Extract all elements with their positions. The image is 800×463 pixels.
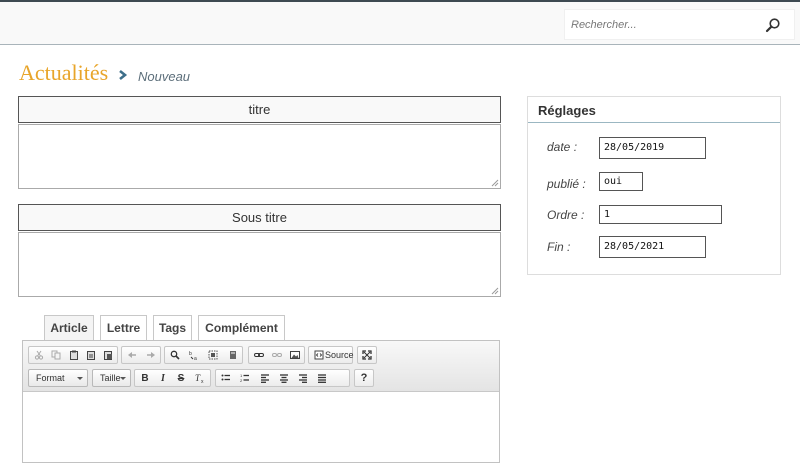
link-icon[interactable] <box>250 347 268 363</box>
italic-icon[interactable]: I <box>154 370 172 386</box>
svg-text:a: a <box>194 356 197 360</box>
svg-text:2: 2 <box>240 378 243 383</box>
tab-lettre[interactable]: Lettre <box>100 315 147 340</box>
tab-article[interactable]: Article <box>44 315 94 340</box>
date-label: date : <box>547 140 578 154</box>
replace-icon[interactable]: ba <box>185 347 203 363</box>
paragraph-group: 12 <box>215 369 350 387</box>
rich-text-editor: ba Source Format Taille B I S T x 1 2 ? <box>22 340 500 463</box>
insert-group <box>248 346 305 364</box>
spellcheck-icon[interactable] <box>224 347 242 363</box>
subtitle-textarea[interactable] <box>18 232 501 297</box>
maximize-group <box>357 346 377 364</box>
select-all-icon[interactable] <box>204 347 222 363</box>
format-select[interactable]: Format <box>28 369 88 387</box>
unlink-icon[interactable] <box>268 347 286 363</box>
svg-text:x: x <box>201 379 204 383</box>
tab-complement[interactable]: Complément <box>198 315 285 340</box>
end-label: Fin : <box>547 240 571 254</box>
help-button[interactable]: ? <box>355 370 373 386</box>
bulleted-list-icon[interactable] <box>217 370 235 386</box>
editor-toolbar: ba Source Format Taille B I S T x 1 2 ? <box>23 341 499 392</box>
date-input[interactable]: 28/05/2019 <box>599 137 706 159</box>
image-icon[interactable] <box>286 347 304 363</box>
remove-format-icon[interactable]: Tx <box>191 370 209 386</box>
title-textarea[interactable] <box>18 124 501 189</box>
resize-grip-icon[interactable] <box>491 287 499 295</box>
settings-panel: Réglages date : 28/05/2019 publié : oui … <box>527 96 781 275</box>
bold-icon[interactable]: B <box>136 370 154 386</box>
order-input[interactable]: 1 <box>599 205 722 224</box>
size-select-label: Taille <box>100 373 121 383</box>
order-label: Ordre : <box>547 208 585 222</box>
size-select[interactable]: Taille <box>92 369 131 387</box>
help-group: ? <box>354 369 374 387</box>
numbered-list-icon[interactable]: 12 <box>236 370 254 386</box>
format-select-label: Format <box>36 373 65 383</box>
resize-grip-icon[interactable] <box>491 179 499 187</box>
end-input[interactable]: 28/05/2021 <box>599 236 706 258</box>
tab-tags[interactable]: Tags <box>153 315 192 340</box>
find-icon[interactable] <box>166 347 184 363</box>
search-input[interactable] <box>571 17 761 33</box>
breadcrumb-section[interactable]: Actualités <box>19 60 108 86</box>
justify-icon[interactable] <box>313 370 331 386</box>
svg-text:b: b <box>189 351 192 357</box>
align-right-icon[interactable] <box>294 370 312 386</box>
editor-content-area[interactable] <box>23 393 499 462</box>
top-bar <box>0 0 800 45</box>
align-center-icon[interactable] <box>275 370 293 386</box>
published-label: publié : <box>547 177 586 191</box>
search-icon[interactable] <box>765 17 781 33</box>
cut-icon[interactable] <box>30 347 48 363</box>
basic-styles-group: B I S Tx <box>134 369 211 387</box>
source-button-label[interactable]: Source <box>325 347 354 363</box>
settings-title: Réglages <box>528 97 780 123</box>
chevron-down-icon <box>120 377 126 380</box>
paste-text-icon[interactable] <box>82 347 100 363</box>
editing-group: ba <box>164 346 243 364</box>
title-label: titre <box>18 96 501 123</box>
chevron-down-icon <box>77 377 83 380</box>
search-box <box>564 9 795 40</box>
published-input[interactable]: oui <box>599 172 643 191</box>
breadcrumb-current: Nouveau <box>138 69 191 84</box>
subtitle-label: Sous titre <box>18 204 501 231</box>
paste-word-icon[interactable] <box>99 347 117 363</box>
maximize-icon[interactable] <box>358 347 376 363</box>
source-group: Source <box>308 346 354 364</box>
strike-icon[interactable]: S <box>172 370 190 386</box>
paste-icon[interactable] <box>65 347 83 363</box>
undo-icon[interactable] <box>123 347 141 363</box>
copy-icon[interactable] <box>47 347 65 363</box>
chevron-right-icon <box>119 69 128 81</box>
clipboard-group <box>28 346 118 364</box>
redo-icon[interactable] <box>142 347 160 363</box>
align-left-icon[interactable] <box>256 370 274 386</box>
history-group <box>121 346 161 364</box>
